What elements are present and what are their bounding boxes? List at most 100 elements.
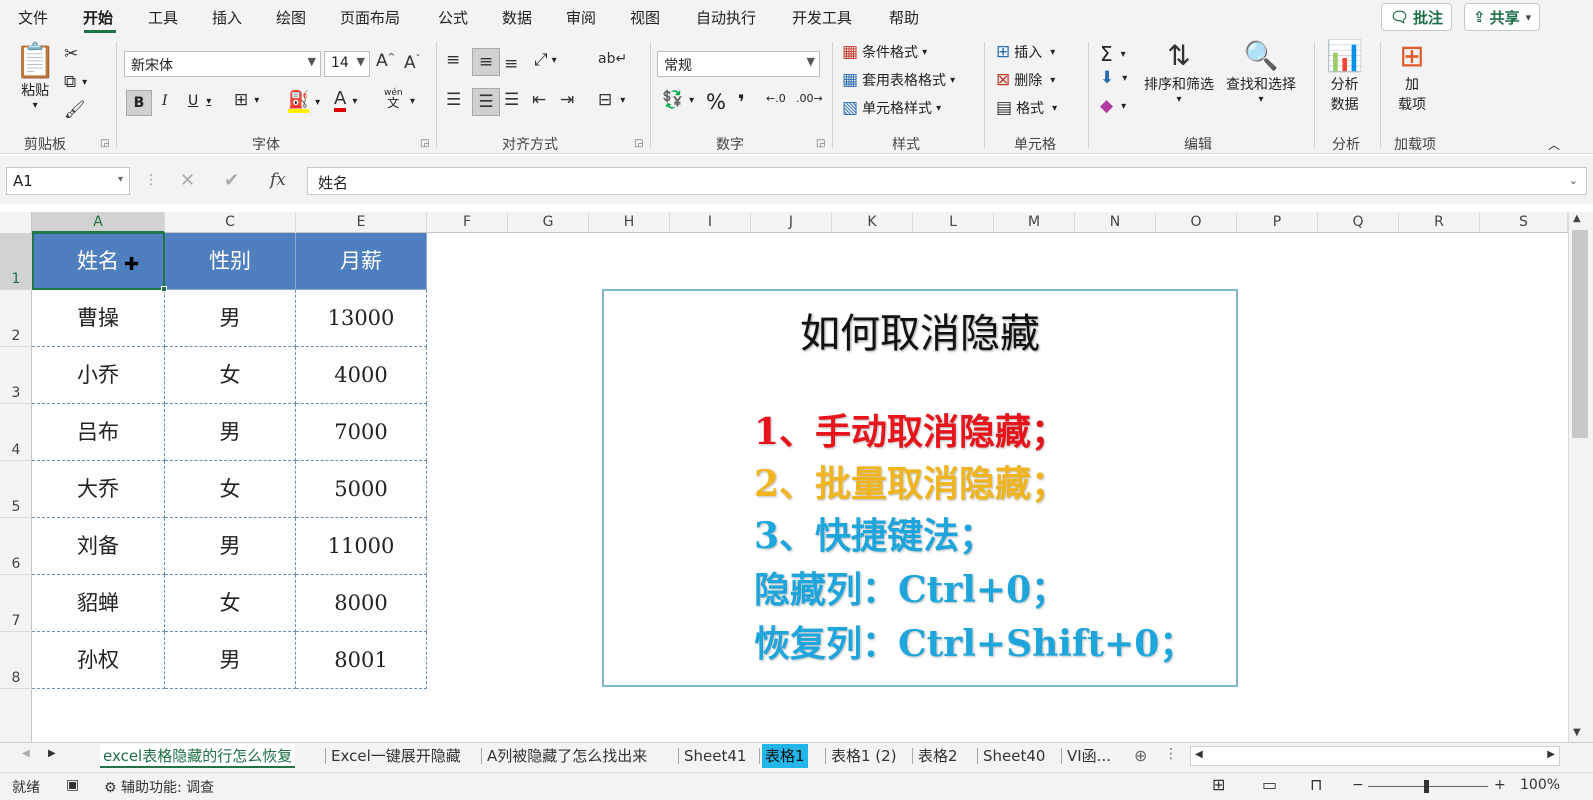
column-header-I[interactable]: I: [670, 212, 751, 233]
row-header-8[interactable]: 8: [0, 632, 32, 689]
column-header-E[interactable]: E: [296, 212, 427, 233]
insert-cells-button[interactable]: ⊞ 插入 ▾: [996, 42, 1055, 62]
comma-style-button[interactable]: ❜: [738, 90, 745, 114]
macro-record-icon[interactable]: ▣: [66, 777, 79, 793]
italic-button[interactable]: I: [162, 93, 168, 109]
decrease-decimal-button[interactable]: .00→: [796, 92, 823, 105]
page-break-view-button[interactable]: ⊓: [1310, 775, 1322, 794]
accessibility-status[interactable]: ⚙ 辅助功能: 调查: [104, 777, 214, 797]
align-bottom-button[interactable]: ≡: [504, 56, 518, 73]
menu-tab-8[interactable]: 审阅: [566, 7, 596, 28]
share-button[interactable]: ⇪ 共享 ▾: [1464, 3, 1541, 31]
table-cell[interactable]: 孙权: [32, 632, 165, 689]
phonetic-button[interactable]: wén 文: [384, 88, 403, 109]
table-cell[interactable]: 曹操: [32, 290, 165, 347]
tab-scroll-right-icon[interactable]: ▶: [48, 748, 56, 759]
comment-button[interactable]: 🗨 批注: [1381, 3, 1453, 31]
table-cell[interactable]: 女: [165, 347, 296, 404]
sheet-tab-0[interactable]: excel表格隐藏的行怎么恢复: [100, 744, 296, 768]
cancel-icon[interactable]: ✕: [180, 170, 195, 191]
table-cell[interactable]: 吕布: [32, 404, 165, 461]
tab-scroll-left-icon[interactable]: ◀: [22, 748, 30, 759]
table-cell[interactable]: 女: [165, 461, 296, 518]
table-cell[interactable]: 男: [165, 290, 296, 347]
row-header-7[interactable]: 7: [0, 575, 32, 632]
table-header-cell[interactable]: 性别: [165, 233, 296, 290]
row-header-5[interactable]: 5: [0, 461, 32, 518]
column-header-Q[interactable]: Q: [1318, 212, 1399, 233]
align-left-button[interactable]: ☰: [446, 92, 461, 109]
conditional-format-button[interactable]: ▦ 条件格式 ▾: [842, 42, 927, 62]
column-header-R[interactable]: R: [1399, 212, 1480, 233]
format-cells-button[interactable]: ▤ 格式 ▾: [996, 98, 1057, 118]
percent-button[interactable]: %: [706, 90, 726, 114]
menu-tab-4[interactable]: 绘图: [276, 7, 306, 28]
column-header-A[interactable]: A: [32, 212, 165, 233]
increase-font-button[interactable]: A^: [376, 53, 395, 70]
table-format-button[interactable]: ▦ 套用表格格式 ▾: [842, 70, 955, 90]
table-cell[interactable]: 男: [165, 404, 296, 461]
menu-tab-6[interactable]: 公式: [438, 7, 468, 28]
font-color-button[interactable]: A ▾: [334, 90, 357, 112]
menu-tab-10[interactable]: 自动执行: [696, 7, 756, 28]
sheet-tab-2[interactable]: A列被隐藏了怎么找出来: [484, 744, 650, 768]
sheet-tab-1[interactable]: Excel一键展开隐藏: [328, 744, 464, 768]
table-cell[interactable]: 4000: [296, 347, 427, 404]
column-header-J[interactable]: J: [751, 212, 832, 233]
align-top-button[interactable]: ≡: [446, 52, 460, 69]
collapse-ribbon-button[interactable]: ︿: [1548, 136, 1560, 153]
scroll-up-icon[interactable]: ▲: [1573, 213, 1581, 224]
increase-indent-button[interactable]: ⇥: [560, 92, 574, 109]
font-launcher-icon[interactable]: ◲: [420, 138, 429, 149]
table-cell[interactable]: 7000: [296, 404, 427, 461]
row-header-6[interactable]: 6: [0, 518, 32, 575]
clipboard-launcher-icon[interactable]: ◲: [100, 138, 109, 149]
sheet-tab-7[interactable]: Sheet40: [980, 744, 1048, 768]
column-header-C[interactable]: C: [165, 212, 296, 233]
column-header-H[interactable]: H: [589, 212, 670, 233]
menu-tab-7[interactable]: 数据: [502, 7, 532, 28]
border-button[interactable]: ⊞ ▾: [234, 92, 259, 109]
align-center-button[interactable]: ☰: [472, 88, 500, 116]
column-header-M[interactable]: M: [994, 212, 1075, 233]
number-launcher-icon[interactable]: ◲: [816, 138, 825, 149]
copy-button[interactable]: ⧉ ▾: [64, 74, 87, 91]
format-painter-button[interactable]: 🖌: [64, 102, 86, 119]
add-sheet-icon[interactable]: ⊕: [1134, 746, 1147, 765]
row-header-2[interactable]: 2: [0, 290, 32, 347]
column-header-K[interactable]: K: [832, 212, 913, 233]
hscroll-right-icon[interactable]: ▶: [1547, 749, 1555, 760]
column-header-P[interactable]: P: [1237, 212, 1318, 233]
addins-button[interactable]: ⊞ 加 载项: [1398, 42, 1426, 114]
cell-style-button[interactable]: ▧ 单元格样式 ▾: [842, 98, 941, 118]
vertical-scroll-thumb[interactable]: [1572, 230, 1588, 438]
table-cell[interactable]: 8001: [296, 632, 427, 689]
column-header-N[interactable]: N: [1075, 212, 1156, 233]
table-cell[interactable]: 男: [165, 632, 296, 689]
zoom-out-button[interactable]: −: [1352, 777, 1364, 793]
sheet-tab-3[interactable]: Sheet41: [681, 744, 749, 768]
sheet-tab-5[interactable]: 表格1 (2): [828, 744, 900, 768]
table-cell[interactable]: 11000: [296, 518, 427, 575]
font-size-select[interactable]: 14 ▼: [324, 51, 370, 77]
underline-button[interactable]: U ▾: [188, 93, 211, 109]
table-header-cell[interactable]: 月薪: [296, 233, 427, 290]
table-cell[interactable]: 貂蝉: [32, 575, 165, 632]
page-layout-view-button[interactable]: ▭: [1262, 775, 1277, 794]
table-cell[interactable]: 男: [165, 518, 296, 575]
column-header-S[interactable]: S: [1480, 212, 1568, 233]
zoom-in-button[interactable]: +: [1494, 777, 1506, 793]
table-cell[interactable]: 大乔: [32, 461, 165, 518]
menu-tab-5[interactable]: 页面布局: [340, 7, 400, 28]
function-icon[interactable]: fx: [270, 170, 286, 190]
sheet-tab-6[interactable]: 表格2: [915, 744, 961, 768]
sort-filter-button[interactable]: ⇅ 排序和筛选 ▾: [1144, 42, 1214, 106]
alignment-launcher-icon[interactable]: ◲: [634, 138, 643, 149]
font-name-select[interactable]: 新宋体 ▼: [124, 51, 321, 77]
decrease-indent-button[interactable]: ⇤: [532, 92, 546, 109]
menu-tab-2[interactable]: 工具: [148, 7, 178, 28]
row-header-1[interactable]: 1: [0, 233, 32, 290]
zoom-level[interactable]: 100%: [1520, 777, 1560, 793]
accounting-format-button[interactable]: 💱 ▾: [662, 92, 694, 109]
orientation-button[interactable]: ⤢ ▾: [534, 52, 557, 69]
